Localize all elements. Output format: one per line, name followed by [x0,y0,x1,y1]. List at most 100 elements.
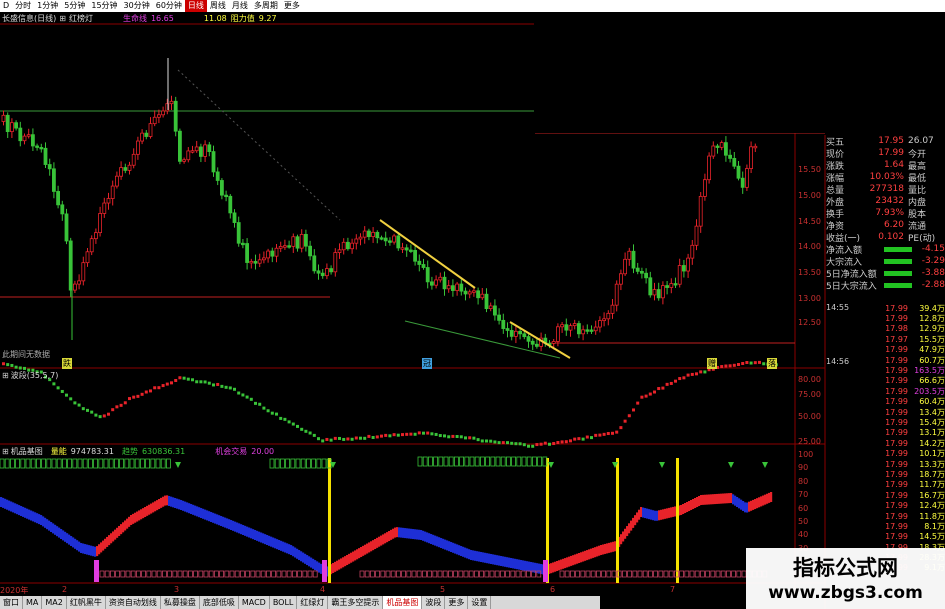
settings-icon[interactable]: ⊞ [2,446,9,457]
volume-box [285,458,291,469]
time-tick: 4 [320,585,326,594]
tab-3[interactable]: 红帆黑牛 [67,596,106,609]
tab-14[interactable]: 设置 [468,596,492,609]
ribbon-segment [96,546,99,557]
tick-row: 17.99 11.8万 [826,511,945,521]
tab-1[interactable]: MA [23,596,43,609]
wave-dot [674,379,677,383]
ribbon-segment [636,512,639,523]
trend-box [135,570,141,578]
candle-body [690,244,695,259]
tab-5[interactable]: 私募操盘 [161,596,200,609]
ribbon-segment [376,537,379,548]
tick-volume: 13.1万 [919,428,945,438]
settings-icon[interactable]: ⊞ [2,370,9,381]
tick-row: 17.99 14.2万 [826,438,945,448]
flow-label: 5日大宗流入 [826,281,877,292]
wave-dot [611,431,614,435]
wave-dot [531,444,535,448]
tick-volume: 13.3万 [919,459,945,469]
candle-body [56,191,60,206]
tab-10[interactable]: 霸王多空提示 [328,596,384,609]
tab-13[interactable]: 更多 [445,596,469,609]
ribbon-segment [506,557,509,568]
candle-body [89,238,94,253]
tick-price: 17.98 [885,324,908,334]
ribbon-segment [574,554,577,565]
candle-body [9,122,14,133]
wave-dot [758,360,761,364]
ribbon-segment [586,550,589,561]
ribbon-segment [184,501,187,512]
candle-body [270,250,275,257]
ribbon-segment [312,558,315,569]
ribbon-segment [354,550,357,561]
volume-box [129,458,135,469]
tab-4[interactable]: 资资自动划线 [106,596,161,609]
ribbon-segment [16,504,19,515]
candle-body [350,242,355,250]
tab-9[interactable]: 红绿灯 [297,596,329,609]
ribbon-segment [8,500,11,511]
trend-box [622,570,627,578]
wave-dot [380,434,383,438]
volume-box [469,456,475,467]
candle-body [745,168,749,188]
trend-box [590,570,596,578]
tab-7[interactable]: MACD [239,596,270,609]
trend-box [564,570,570,578]
tab-2[interactable]: MA2 [42,596,67,609]
tab-0[interactable]: 窗口 [0,596,23,609]
ribbon-segment [300,551,303,562]
candle-body [26,134,31,137]
tick-volume: 12.8万 [919,314,945,324]
tick-price: 17.99 [885,469,908,479]
ribbon-segment [702,494,705,505]
wave-dot [459,435,463,439]
trend-box [437,570,443,578]
ribbon-segment [238,523,241,534]
tab-12[interactable]: 波段 [422,596,446,609]
wave-dot [174,378,178,382]
low-val3: 20.00 [251,447,275,456]
candle-body [375,231,380,239]
trend-box [570,570,575,578]
trend-box [479,570,485,578]
ribbon-segment [698,496,701,506]
watermark-title: 指标公式网 [793,556,898,580]
ribbon-segment [216,514,219,525]
candle-body [341,241,346,251]
tab-11[interactable]: 机品基图 [383,596,423,609]
wave-dot [136,394,140,398]
candle-body [732,157,737,167]
trend-box [250,570,256,578]
candle-body [308,245,313,257]
ribbon-segment [666,508,669,519]
wave-dot [556,441,560,445]
tick-volume: 163.5万 [914,366,945,376]
candle-body [366,230,371,238]
down-arrow-icon [728,462,734,468]
ribbon-segment [262,533,265,544]
quote-row: 现价 17.99 今开 [826,147,945,160]
ribbon-segment [68,534,71,545]
tab-8[interactable]: BOLL [270,596,298,609]
wave-title[interactable]: 波段(35,5,7) [11,370,59,381]
candle-body [442,276,447,290]
ribbon-segment [398,527,401,538]
ribbon-segment [520,560,523,570]
flow-bar [884,282,912,288]
wave-dot [287,420,291,424]
candle-body [358,236,363,240]
wave-dot [636,401,640,405]
ribbon-segment [442,538,445,549]
low-title[interactable]: 机品基图 [11,446,43,457]
tab-6[interactable]: 底部低吸 [200,596,239,609]
volume-box [9,458,15,469]
ribbon-segment [154,501,157,512]
volume-box [479,456,485,467]
ribbon-segment [166,495,169,506]
ribbon-segment [448,541,451,552]
candle-body [115,175,119,187]
volume-box [119,458,124,469]
